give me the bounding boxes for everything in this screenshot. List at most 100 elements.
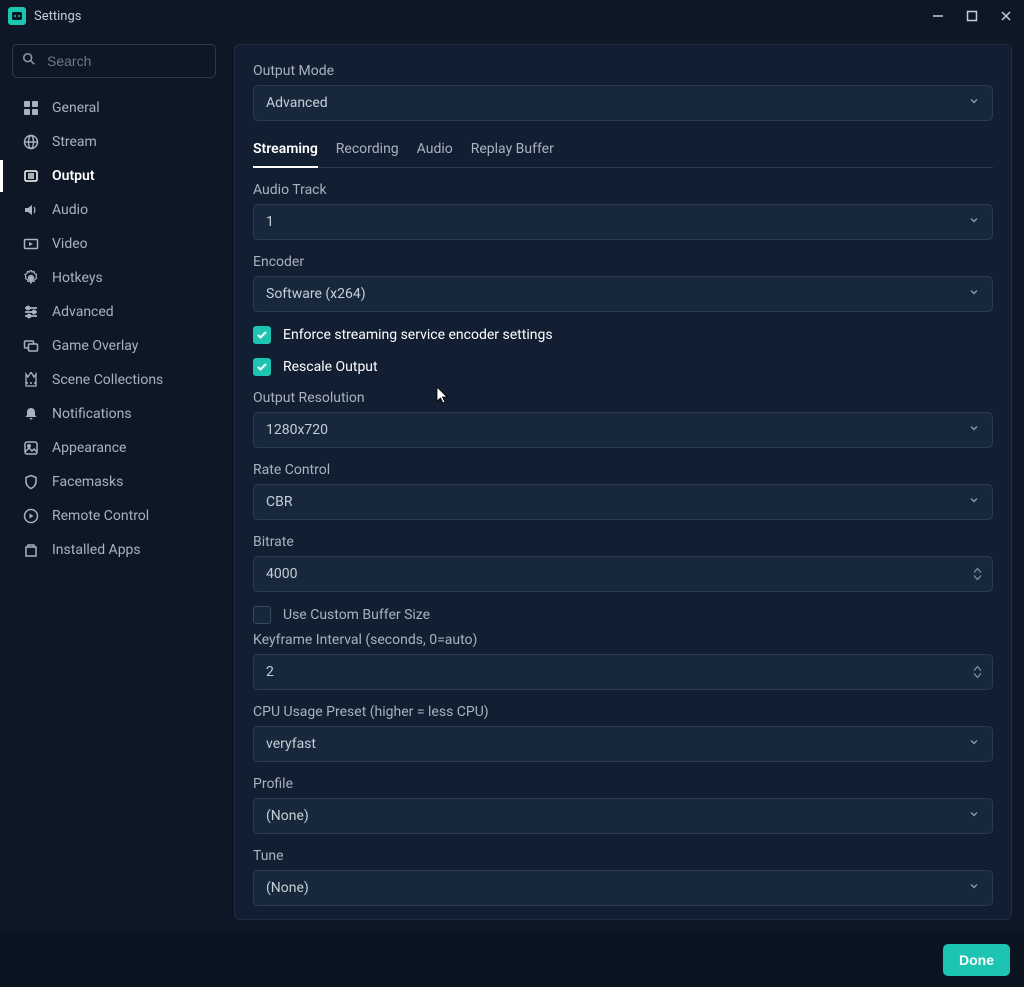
close-button[interactable] xyxy=(996,6,1016,26)
encoder-value: Software (x264) xyxy=(266,286,366,302)
appearance-icon xyxy=(22,439,40,457)
output-tabs: Streaming Recording Audio Replay Buffer xyxy=(253,135,993,168)
sidebar-item-audio[interactable]: Audio xyxy=(12,194,216,226)
sidebar-item-label: Appearance xyxy=(52,440,126,456)
sidebar-item-label: Video xyxy=(52,236,88,252)
sidebar-item-label: Notifications xyxy=(52,406,132,422)
cpu-preset-select[interactable]: veryfast xyxy=(253,726,993,762)
globe-icon xyxy=(22,133,40,151)
keyframe-label: Keyframe Interval (seconds, 0=auto) xyxy=(253,632,993,648)
apps-icon xyxy=(22,541,40,559)
output-resolution-select[interactable]: 1280x720 xyxy=(253,412,993,448)
bitrate-input[interactable]: 4000 xyxy=(253,556,993,592)
rate-control-select[interactable]: CBR xyxy=(253,484,993,520)
tab-replay-buffer[interactable]: Replay Buffer xyxy=(471,135,554,167)
sliders-icon xyxy=(22,303,40,321)
chevron-down-icon xyxy=(968,880,980,896)
tune-label: Tune xyxy=(253,848,993,864)
search-input[interactable] xyxy=(12,44,216,78)
rescale-checkbox[interactable] xyxy=(253,358,271,376)
output-mode-label: Output Mode xyxy=(253,63,993,79)
bitrate-label: Bitrate xyxy=(253,534,993,550)
sidebar-item-label: Output xyxy=(52,168,95,184)
spinner-icon[interactable] xyxy=(973,568,982,581)
chevron-down-icon xyxy=(968,736,980,752)
sidebar-item-remote-control[interactable]: Remote Control xyxy=(12,500,216,532)
output-resolution-label: Output Resolution xyxy=(253,390,993,406)
rescale-label: Rescale Output xyxy=(283,359,378,375)
output-mode-select[interactable]: Advanced xyxy=(253,85,993,121)
sidebar-item-label: Remote Control xyxy=(52,508,149,524)
sidebar-item-label: Scene Collections xyxy=(52,372,163,388)
keyframe-input[interactable]: 2 xyxy=(253,654,993,690)
shield-icon xyxy=(22,473,40,491)
sidebar-item-label: Facemasks xyxy=(52,474,123,490)
sidebar-item-appearance[interactable]: Appearance xyxy=(12,432,216,464)
tab-streaming[interactable]: Streaming xyxy=(253,135,318,167)
encoder-select[interactable]: Software (x264) xyxy=(253,276,993,312)
sidebar-item-advanced[interactable]: Advanced xyxy=(12,296,216,328)
rescale-row: Rescale Output xyxy=(253,358,993,376)
sidebar-item-video[interactable]: Video xyxy=(12,228,216,260)
minimize-button[interactable] xyxy=(928,6,948,26)
cpu-preset-value: veryfast xyxy=(266,736,316,752)
encoder-label: Encoder xyxy=(253,254,993,270)
profile-select[interactable]: (None) xyxy=(253,798,993,834)
sidebar-item-facemasks[interactable]: Facemasks xyxy=(12,466,216,498)
tab-audio[interactable]: Audio xyxy=(417,135,453,167)
sidebar-item-label: Audio xyxy=(52,202,88,218)
bottom-bar: Done xyxy=(0,932,1024,987)
main-panel: Output Mode Advanced Streaming Recording… xyxy=(234,44,1012,920)
sidebar-item-general[interactable]: General xyxy=(12,92,216,124)
gear-icon xyxy=(22,269,40,287)
sidebar: General Stream Output Audio Video xyxy=(0,32,228,932)
audio-track-label: Audio Track xyxy=(253,182,993,198)
tune-value: (None) xyxy=(266,880,309,896)
search-box xyxy=(12,44,216,78)
output-icon xyxy=(22,167,40,185)
grid-icon xyxy=(22,99,40,117)
output-resolution-value: 1280x720 xyxy=(266,422,328,438)
sidebar-item-label: Hotkeys xyxy=(52,270,103,286)
sidebar-item-game-overlay[interactable]: Game Overlay xyxy=(12,330,216,362)
done-button[interactable]: Done xyxy=(943,944,1010,976)
chevron-down-icon xyxy=(968,95,980,111)
enforce-label: Enforce streaming service encoder settin… xyxy=(283,327,553,343)
audio-track-select[interactable]: 1 xyxy=(253,204,993,240)
rate-control-label: Rate Control xyxy=(253,462,993,478)
sidebar-item-label: Installed Apps xyxy=(52,542,141,558)
custom-buffer-label: Use Custom Buffer Size xyxy=(283,607,430,623)
chevron-down-icon xyxy=(968,422,980,438)
enforce-checkbox[interactable] xyxy=(253,326,271,344)
chevron-down-icon xyxy=(968,286,980,302)
collections-icon xyxy=(22,371,40,389)
tune-select[interactable]: (None) xyxy=(253,870,993,906)
chevron-down-icon xyxy=(968,808,980,824)
profile-label: Profile xyxy=(253,776,993,792)
sidebar-item-output[interactable]: Output xyxy=(12,160,216,192)
sidebar-item-hotkeys[interactable]: Hotkeys xyxy=(12,262,216,294)
spinner-icon[interactable] xyxy=(973,666,982,679)
overlay-icon xyxy=(22,337,40,355)
cpu-preset-label: CPU Usage Preset (higher = less CPU) xyxy=(253,704,993,720)
titlebar: Settings xyxy=(0,0,1024,32)
window-title: Settings xyxy=(34,9,81,24)
video-icon xyxy=(22,235,40,253)
rate-control-value: CBR xyxy=(266,494,292,510)
sidebar-item-scene-collections[interactable]: Scene Collections xyxy=(12,364,216,396)
keyframe-value: 2 xyxy=(266,664,274,680)
tab-recording[interactable]: Recording xyxy=(336,135,399,167)
sidebar-item-label: General xyxy=(52,100,100,116)
bell-icon xyxy=(22,405,40,423)
sidebar-item-notifications[interactable]: Notifications xyxy=(12,398,216,430)
sidebar-item-label: Stream xyxy=(52,134,97,150)
profile-value: (None) xyxy=(266,808,309,824)
sidebar-item-stream[interactable]: Stream xyxy=(12,126,216,158)
volume-icon xyxy=(22,201,40,219)
custom-buffer-row: Use Custom Buffer Size xyxy=(253,606,993,624)
audio-track-value: 1 xyxy=(266,214,274,230)
custom-buffer-checkbox[interactable] xyxy=(253,606,271,624)
sidebar-item-installed-apps[interactable]: Installed Apps xyxy=(12,534,216,566)
maximize-button[interactable] xyxy=(962,6,982,26)
enforce-row: Enforce streaming service encoder settin… xyxy=(253,326,993,344)
